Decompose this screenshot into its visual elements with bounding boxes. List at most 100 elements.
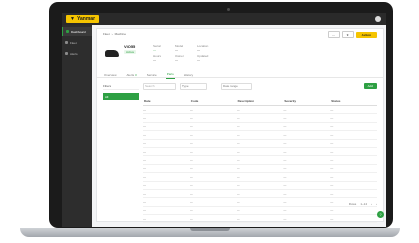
table-cell: —: [283, 147, 331, 157]
table-cell: —: [189, 130, 237, 140]
meta-value: —: [197, 48, 200, 52]
tab-label: Overview: [104, 72, 117, 77]
column-header[interactable]: Status: [330, 96, 377, 106]
table-toolbar: Search Type Date range Add: [143, 82, 377, 90]
table-cell: —: [236, 181, 284, 190]
table-cell: —: [236, 113, 284, 123]
sidebar-item-alerts[interactable]: Alerts: [62, 49, 92, 58]
table-cell: —: [143, 206, 190, 216]
tab-count: 3: [135, 72, 137, 77]
machine-header: ViO55 Active Serial — Model — Location —…: [103, 42, 377, 66]
meta-owner: Owner —: [175, 54, 184, 62]
table-cell: —: [330, 147, 377, 157]
table-cell: —: [283, 130, 331, 140]
table-cell: —: [189, 147, 237, 157]
data-table: Date Code Description Severity Status — —…: [143, 96, 377, 224]
next-page-icon[interactable]: ›: [376, 202, 377, 206]
breadcrumb-item: Machine: [114, 32, 127, 36]
table-cell: —: [283, 181, 331, 190]
meta-value: —: [197, 58, 200, 62]
column-header[interactable]: Code: [189, 96, 237, 106]
table-row[interactable]: — — — — —: [143, 147, 377, 157]
tab-label: Parts: [166, 72, 174, 76]
table-cell: —: [189, 122, 237, 132]
table-row[interactable]: — — — — —: [143, 197, 377, 207]
table-cell: —: [236, 164, 284, 174]
table-row[interactable]: — — — — —: [143, 139, 377, 148]
primary-action-button[interactable]: Action: [355, 31, 377, 38]
table-row[interactable]: — — — — —: [143, 130, 377, 140]
more-button[interactable]: ⋯: [327, 31, 340, 38]
table-cell: —: [236, 197, 284, 207]
header-actions: ⋯ ★ Action: [327, 31, 377, 38]
app-screen: ▼ Yanmar Dashboard Fleet Alerts Fleet › …: [62, 13, 386, 227]
table-cell: —: [236, 122, 284, 132]
table-row[interactable]: — — — — —: [143, 172, 377, 182]
date-range-select[interactable]: Date range: [221, 82, 252, 90]
search-input[interactable]: Search: [143, 82, 176, 90]
tab-label: History: [183, 72, 194, 77]
table-cell: —: [330, 155, 377, 165]
table-cell: —: [189, 197, 237, 207]
sidebar-item-label: Fleet: [70, 40, 77, 45]
meta-hours: Hours —: [153, 54, 161, 62]
avatar[interactable]: [375, 16, 381, 22]
prev-page-icon[interactable]: ‹: [371, 202, 372, 206]
table-cell: —: [283, 197, 331, 207]
table-cell: —: [189, 189, 237, 199]
sidebar-item-dashboard[interactable]: Dashboard: [62, 27, 92, 36]
table-cell: —: [189, 155, 237, 165]
table-row[interactable]: — — — — —: [143, 214, 377, 224]
table-cell: —: [236, 130, 284, 140]
table-cell: —: [143, 155, 190, 165]
table-cell: —: [236, 139, 284, 148]
table-cell: —: [330, 172, 377, 182]
divider: [97, 77, 383, 78]
type-select[interactable]: Type: [180, 82, 207, 90]
table-row[interactable]: — — — — —: [143, 105, 377, 115]
filter-title: Filters: [103, 82, 139, 90]
help-fab-button[interactable]: ?: [377, 211, 384, 218]
table-cell: —: [236, 147, 284, 157]
table-row[interactable]: — — — — —: [143, 189, 377, 199]
table-row[interactable]: — — — — —: [143, 164, 377, 174]
machine-name: ViO55: [124, 44, 136, 49]
table-cell: —: [143, 172, 190, 182]
meta-location: Location —: [197, 44, 208, 52]
table-cell: —: [283, 122, 331, 132]
table-body: — — — — — — — — — — — — — — — — — — — — — — — — — — — — — — — — — — — — — — — —…: [143, 105, 377, 224]
table-cell: —: [143, 122, 190, 132]
table-cell: —: [143, 197, 190, 207]
table-cell: —: [236, 172, 284, 182]
add-button[interactable]: Add: [363, 83, 377, 89]
table-row[interactable]: — — — — —: [143, 113, 377, 123]
status-badge: Active: [124, 50, 137, 54]
column-header[interactable]: Description: [236, 96, 284, 106]
sidebar-item-label: Dashboard: [71, 29, 86, 34]
table-cell: —: [330, 122, 377, 132]
page-range: 1–14: [360, 202, 367, 206]
breadcrumb-item[interactable]: Fleet: [103, 32, 110, 36]
meta-model: Model —: [175, 44, 183, 52]
column-header[interactable]: Severity: [283, 96, 331, 106]
table-cell: —: [283, 214, 331, 224]
filter-option-active[interactable]: All: [103, 93, 139, 100]
meta-value: —: [153, 48, 156, 52]
sidebar-item-fleet[interactable]: Fleet: [62, 38, 92, 47]
top-bar: ▼ Yanmar: [62, 13, 386, 25]
table-row[interactable]: — — — — —: [143, 122, 377, 132]
table-row[interactable]: — — — — —: [143, 206, 377, 216]
table-row[interactable]: — — — — —: [143, 155, 377, 165]
table-cell: —: [143, 139, 190, 148]
favorite-button[interactable]: ★: [341, 31, 354, 38]
dashboard-icon: [66, 30, 69, 33]
table-cell: —: [143, 105, 190, 115]
table-row[interactable]: — — — — —: [143, 181, 377, 190]
table-cell: —: [283, 139, 331, 148]
rows-per-page-label: Rows: [348, 202, 357, 206]
column-header[interactable]: Date: [143, 96, 190, 106]
table-cell: —: [143, 113, 190, 123]
app-logo[interactable]: ▼ Yanmar: [66, 15, 100, 23]
table-cell: —: [236, 214, 284, 224]
table-cell: —: [330, 206, 377, 216]
